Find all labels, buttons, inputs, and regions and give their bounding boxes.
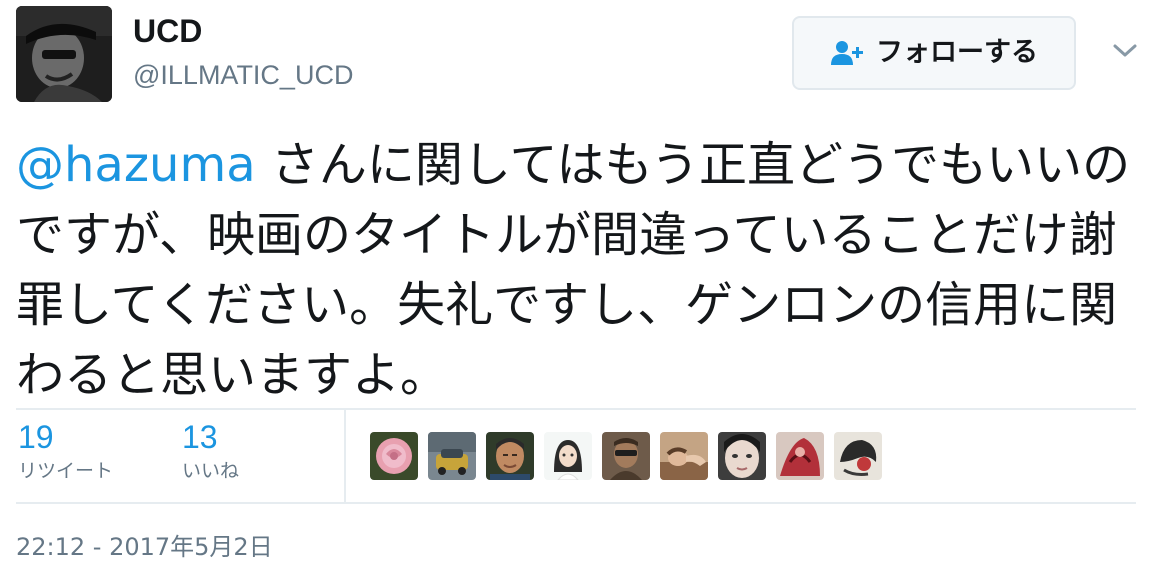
like-stat[interactable]: 13 いいね (182, 418, 239, 484)
like-label: いいね (182, 460, 240, 482)
avatar-photo (16, 6, 112, 102)
red-artwork-avatar[interactable] (776, 432, 824, 480)
retweet-count: 19 (18, 419, 54, 455)
face-closeup-avatar[interactable] (718, 432, 766, 480)
add-user-icon (830, 40, 864, 66)
tweet-timestamp[interactable]: 22:12 - 2017年5月2日 (16, 530, 273, 564)
chevron-down-icon[interactable] (1110, 38, 1140, 62)
mention-link[interactable]: @hazuma (16, 137, 256, 193)
man-portrait-avatar[interactable] (486, 432, 534, 480)
liked-by-avatars (370, 432, 882, 480)
stats-bottom-divider (16, 502, 1136, 504)
car-photo-avatar[interactable] (428, 432, 476, 480)
tweet-text: @hazuma さんに関してはもう正直どうでもいいのですが、映画のタイトルが間違… (16, 130, 1136, 410)
stats-top-divider (16, 408, 1136, 410)
dark-artwork-avatar[interactable] (834, 432, 882, 480)
user-handle[interactable]: @ILLMATIC_UCD (133, 58, 353, 92)
person-lying-avatar[interactable] (660, 432, 708, 480)
retweet-label: リツイート (18, 460, 114, 482)
girl-illustration-avatar[interactable] (544, 432, 592, 480)
rose-photo-avatar[interactable] (370, 432, 418, 480)
user-avatar[interactable] (16, 6, 112, 102)
follow-button-label: フォローする (876, 37, 1038, 68)
follow-button[interactable]: フォローする (792, 16, 1076, 90)
retweet-stat[interactable]: 19 リツイート (18, 418, 113, 484)
stats-vertical-divider (344, 409, 346, 502)
man-sunglasses-avatar[interactable] (602, 432, 650, 480)
user-display-name[interactable]: UCD (133, 11, 202, 51)
like-count: 13 (182, 419, 218, 455)
